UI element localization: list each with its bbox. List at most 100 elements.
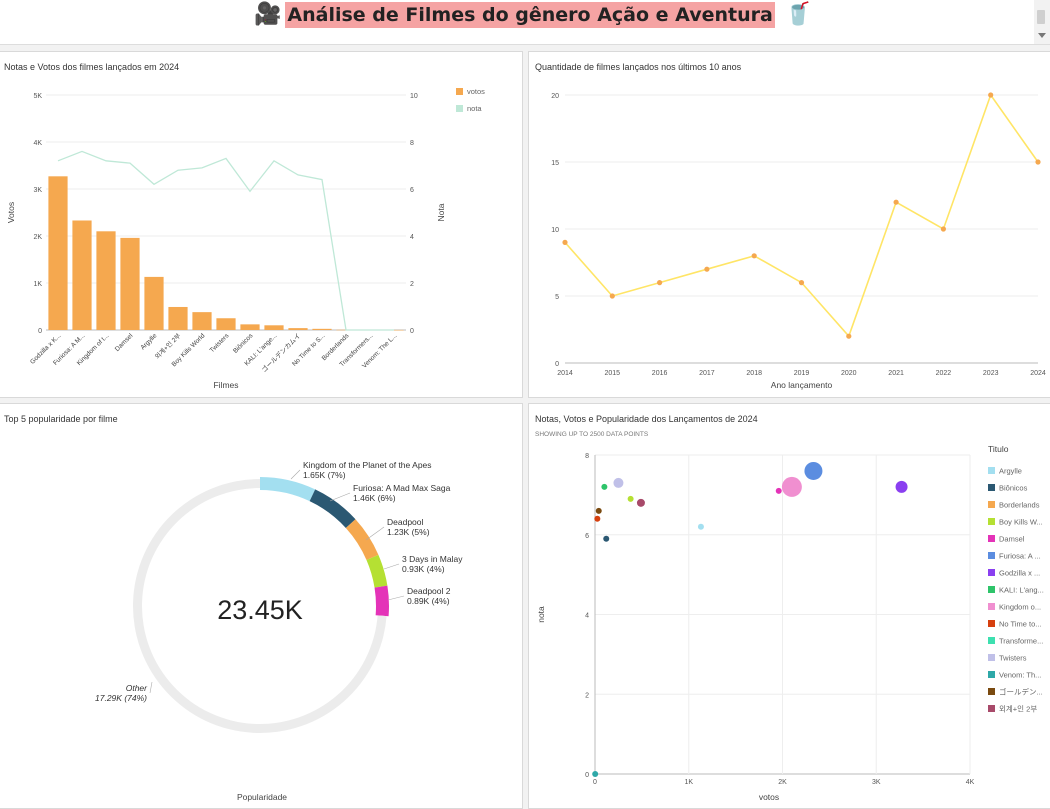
legend-swatch <box>988 569 995 576</box>
bar-votos <box>96 231 116 330</box>
x-tick-label: Biônicos <box>232 332 255 355</box>
scatter-point <box>781 476 802 497</box>
legend-label: Venom: Th... <box>999 671 1041 680</box>
scatter-point <box>697 523 704 530</box>
donut-slice <box>260 477 316 502</box>
x-tick-label: 2017 <box>699 370 715 377</box>
x-tick-label: 2019 <box>794 370 810 377</box>
legend-swatch <box>988 688 995 695</box>
legend-label: Furiosa: A ... <box>999 552 1041 561</box>
x-axis-label: Filmes <box>213 380 238 390</box>
x-tick-label: 2018 <box>746 370 762 377</box>
bar-votos <box>72 220 92 330</box>
y-tick-label: 5K <box>33 93 42 100</box>
y-tick-label: 10 <box>551 227 559 234</box>
x-axis-label: votos <box>759 792 779 802</box>
scatter-point <box>595 507 602 514</box>
y-tick-label: 4 <box>585 613 589 620</box>
donut-slice <box>309 489 356 528</box>
x-axis-label: Ano lançamento <box>771 380 833 390</box>
scatter-point <box>636 498 645 507</box>
donut-slice-label: Other <box>126 683 148 693</box>
x-tick-label: Twisters <box>209 332 231 354</box>
y-tick-label: 6 <box>585 533 589 540</box>
legend-label: 외계+인 2부 <box>999 704 1037 714</box>
donut-slice-value: 1.46K (6%) <box>353 493 396 503</box>
y-tick-label: 0 <box>38 328 42 335</box>
legend-label: KALI: L'ang... <box>999 586 1044 595</box>
legend-swatch <box>988 654 995 661</box>
vertical-scrollbar[interactable] <box>1034 0 1050 44</box>
y-axis-label: Votos <box>6 202 16 223</box>
y2-tick-label: 0 <box>410 328 414 335</box>
bar-votos <box>144 276 164 330</box>
legend-swatch-votos <box>456 88 463 95</box>
releases-per-year-panel[interactable]: Quantidade de filmes lançados nos último… <box>528 51 1050 398</box>
y-tick-label: 2 <box>585 692 589 699</box>
bar-votos <box>216 318 236 330</box>
data-point <box>657 280 663 286</box>
line-releases <box>564 93 1039 338</box>
donut-slice <box>366 554 388 588</box>
legend-label: Boy Kills W... <box>999 518 1043 527</box>
legend-swatch-nota <box>456 105 463 112</box>
y-tick-label: 0 <box>585 772 589 779</box>
y2-axis-label: Nota <box>436 203 446 221</box>
scatter-point <box>775 487 782 494</box>
y-tick-label: 20 <box>551 93 559 100</box>
bar-votos <box>312 328 332 330</box>
x-tick-label: 2020 <box>841 370 857 377</box>
donut-slice-label: Kingdom of the Planet of the Apes <box>303 460 432 470</box>
ratings-votes-popularity-chart[interactable]: 0 2 4 6 8 0 1K 2K 3K 4K votos nota Titulo Argylle Biôn… <box>529 404 1050 808</box>
scroll-down-arrow-icon[interactable] <box>1038 33 1046 38</box>
y-tick-label: 15 <box>551 160 559 167</box>
donut-slice-label: Deadpool <box>387 517 424 527</box>
data-point <box>609 293 615 299</box>
votes-ratings-panel[interactable]: Notas e Votos dos filmes lançados em 202… <box>0 51 523 398</box>
legend-swatch <box>988 501 995 508</box>
x-tick-label: 2023 <box>983 370 999 377</box>
legend-swatch <box>988 535 995 542</box>
top5-popularity-chart[interactable]: 23.45K Kingdom of the Planet of the Apes 1… <box>0 404 522 808</box>
data-point <box>988 92 994 98</box>
x-tick-label: 1K <box>684 779 693 786</box>
x-tick-label: 2021 <box>888 370 904 377</box>
scatter-point <box>601 483 608 490</box>
donut-slice <box>374 585 390 617</box>
votes-ratings-chart[interactable]: 01K2K3K4K5K0246810Godzilla x K...Furiosa… <box>0 52 522 397</box>
y2-tick-label: 2 <box>410 281 414 288</box>
x-tick-label: 4K <box>966 779 975 786</box>
donut-center-total: 23.45K <box>217 595 303 625</box>
releases-per-year-chart[interactable]: 0 5 10 15 20 2014 2015 2016 2017 2018 2019 2020 2021… <box>529 52 1050 397</box>
data-point <box>704 266 710 272</box>
donut-slice-value: 0.89K (4%) <box>407 596 450 606</box>
legend-swatch <box>988 671 995 678</box>
popcorn-icon: 🥤 <box>784 2 813 27</box>
legend-label: No Time to... <box>999 620 1042 629</box>
legend-label-nota: nota <box>467 104 482 113</box>
legend-label: Biônicos <box>999 484 1028 493</box>
donut-leader-line <box>365 526 385 541</box>
top5-popularity-panel[interactable]: Top 5 popularidade por filme 23.45K Kingd… <box>0 403 523 809</box>
donut-slice-value: 0.93K (4%) <box>402 564 445 574</box>
legend-swatch <box>988 518 995 525</box>
dashboard-header: 🎥 Análise de Filmes do gênero Ação e Ave… <box>0 0 1050 45</box>
bar-votos <box>264 325 284 330</box>
x-tick-label: 2024 <box>1030 370 1046 377</box>
donut-leader-line <box>387 595 405 601</box>
x-tick-label: Argylle <box>139 332 158 351</box>
data-point <box>940 226 946 232</box>
legend-title: Titulo <box>988 444 1009 454</box>
ratings-votes-popularity-panel[interactable]: Notas, Votos e Popularidade dos Lançamen… <box>528 403 1050 809</box>
bar-votos <box>192 312 212 330</box>
donut-leader-line <box>149 681 153 694</box>
scrollbar-thumb[interactable] <box>1037 10 1045 24</box>
legend-swatch <box>988 467 995 474</box>
scatter-point <box>895 480 908 493</box>
x-tick-label: 2014 <box>557 370 573 377</box>
bar-votos <box>288 328 308 330</box>
scatter-point <box>592 771 599 777</box>
data-point <box>846 333 852 339</box>
movie-camera-icon: 🎥 <box>254 2 282 27</box>
legend-swatch <box>988 603 995 610</box>
